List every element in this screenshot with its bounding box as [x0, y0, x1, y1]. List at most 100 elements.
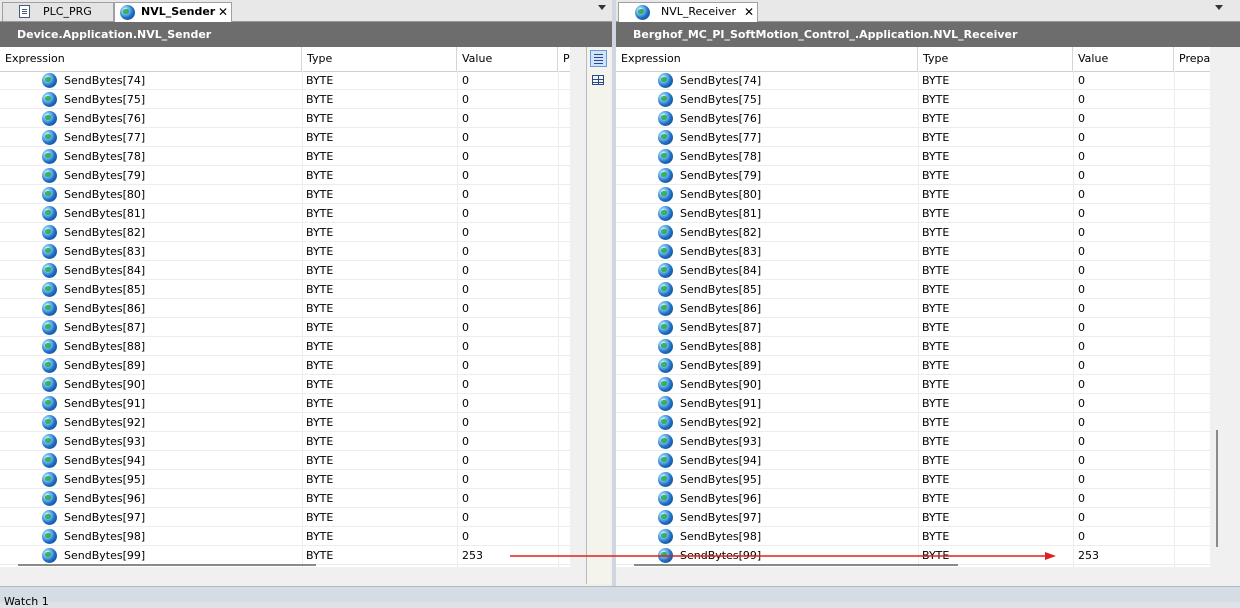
table-row[interactable]: SendBytes[96] BYTE 0	[0, 489, 570, 508]
globe-icon	[658, 358, 673, 373]
watch-panel-label: Watch 1	[4, 595, 49, 608]
table-row[interactable]: SendBytes[85] BYTE 0	[0, 280, 570, 299]
table-row[interactable]: SendBytes[91] BYTE 0	[0, 394, 570, 413]
expression-cell: SendBytes[74]	[680, 74, 762, 87]
table-row[interactable]: SendBytes[90] BYTE 0	[616, 375, 1210, 394]
close-icon[interactable]: ✕	[218, 5, 228, 19]
table-row[interactable]: SendBytes[94] BYTE 0	[0, 451, 570, 470]
globe-icon	[42, 377, 57, 392]
column-header-expression[interactable]: Expression	[616, 47, 918, 71]
left-tab-bar: PLC_PRG NVL_Sender ✕	[0, 0, 612, 22]
tab-plc-prg[interactable]: PLC_PRG	[2, 2, 114, 21]
table-row[interactable]: SendBytes[78] BYTE 0	[0, 147, 570, 166]
table-row[interactable]: SendBytes[79] BYTE 0	[616, 166, 1210, 185]
type-cell: BYTE	[922, 397, 950, 410]
tab-nvl-receiver[interactable]: NVL_Receiver ✕	[618, 2, 758, 22]
type-cell: BYTE	[922, 378, 950, 391]
globe-icon	[658, 187, 673, 202]
table-row[interactable]: SendBytes[97] BYTE 0	[616, 508, 1210, 527]
expression-cell: SendBytes[91]	[680, 397, 762, 410]
table-row[interactable]: SendBytes[75] BYTE 0	[616, 90, 1210, 109]
value-cell: 0	[1078, 454, 1085, 467]
table-row[interactable]: SendBytes[81] BYTE 0	[616, 204, 1210, 223]
table-row[interactable]: SendBytes[84] BYTE 0	[616, 261, 1210, 280]
table-row[interactable]: SendBytes[87] BYTE 0	[0, 318, 570, 337]
watch-panel-tab[interactable]: Watch 1	[0, 586, 1240, 608]
table-row[interactable]: SendBytes[78] BYTE 0	[616, 147, 1210, 166]
type-cell: BYTE	[306, 473, 334, 486]
expression-cell: SendBytes[95]	[64, 473, 146, 486]
table-row[interactable]: SendBytes[80] BYTE 0	[0, 185, 570, 204]
table-row[interactable]: SendBytes[89] BYTE 0	[616, 356, 1210, 375]
table-row[interactable]: SendBytes[75] BYTE 0	[0, 90, 570, 109]
chevron-down-icon[interactable]	[598, 5, 606, 10]
table-row[interactable]: SendBytes[74] BYTE 0	[616, 71, 1210, 90]
value-cell: 253	[1078, 549, 1099, 562]
table-row[interactable]: SendBytes[89] BYTE 0	[0, 356, 570, 375]
table-row[interactable]: SendBytes[99] BYTE 253	[0, 546, 570, 565]
list-view-icon[interactable]	[590, 50, 607, 67]
table-row[interactable]: SendBytes[83] BYTE 0	[616, 242, 1210, 261]
table-row[interactable]: SendBytes[85] BYTE 0	[616, 280, 1210, 299]
chevron-down-icon[interactable]	[1215, 5, 1223, 10]
close-icon[interactable]: ✕	[744, 5, 754, 19]
table-row[interactable]: SendBytes[97] BYTE 0	[0, 508, 570, 527]
table-row[interactable]: SendBytes[81] BYTE 0	[0, 204, 570, 223]
table-row[interactable]: SendBytes[95] BYTE 0	[0, 470, 570, 489]
table-row[interactable]: SendBytes[83] BYTE 0	[0, 242, 570, 261]
value-cell: 0	[462, 150, 469, 163]
expression-cell: SendBytes[96]	[64, 492, 146, 505]
value-cell: 0	[462, 473, 469, 486]
table-row[interactable]: SendBytes[86] BYTE 0	[0, 299, 570, 318]
vertical-scrollbar[interactable]	[1216, 430, 1218, 547]
column-header-value[interactable]: Value	[457, 47, 558, 71]
table-row[interactable]: SendBytes[93] BYTE 0	[0, 432, 570, 451]
globe-icon	[42, 149, 57, 164]
expression-cell: SendBytes[99]	[680, 549, 762, 562]
globe-icon	[42, 92, 57, 107]
value-cell: 0	[462, 302, 469, 315]
table-view-icon[interactable]	[590, 72, 607, 89]
table-row[interactable]: SendBytes[76] BYTE 0	[0, 109, 570, 128]
table-row[interactable]: SendBytes[92] BYTE 0	[616, 413, 1210, 432]
horizontal-scrollbar[interactable]	[18, 564, 316, 566]
table-row[interactable]: SendBytes[92] BYTE 0	[0, 413, 570, 432]
table-row[interactable]: SendBytes[82] BYTE 0	[0, 223, 570, 242]
horizontal-scrollbar[interactable]	[634, 564, 958, 566]
table-row[interactable]: SendBytes[91] BYTE 0	[616, 394, 1210, 413]
table-row[interactable]: SendBytes[79] BYTE 0	[0, 166, 570, 185]
table-row[interactable]: SendBytes[80] BYTE 0	[616, 185, 1210, 204]
globe-icon	[658, 282, 673, 297]
type-cell: BYTE	[306, 207, 334, 220]
table-row[interactable]: SendBytes[98] BYTE 0	[0, 527, 570, 546]
table-row[interactable]: SendBytes[87] BYTE 0	[616, 318, 1210, 337]
table-row[interactable]: SendBytes[98] BYTE 0	[616, 527, 1210, 546]
expression-cell: SendBytes[84]	[64, 264, 146, 277]
table-row[interactable]: SendBytes[96] BYTE 0	[616, 489, 1210, 508]
globe-icon	[658, 168, 673, 183]
tab-nvl-sender[interactable]: NVL_Sender ✕	[114, 2, 232, 22]
table-row[interactable]: SendBytes[82] BYTE 0	[616, 223, 1210, 242]
table-row[interactable]: SendBytes[99] BYTE 253	[616, 546, 1210, 565]
table-row[interactable]: SendBytes[90] BYTE 0	[0, 375, 570, 394]
table-row[interactable]: SendBytes[77] BYTE 0	[0, 128, 570, 147]
expression-cell: SendBytes[87]	[64, 321, 146, 334]
type-cell: BYTE	[306, 321, 334, 334]
column-header-type[interactable]: Type	[918, 47, 1073, 71]
column-header-value[interactable]: Value	[1073, 47, 1174, 71]
table-row[interactable]: SendBytes[76] BYTE 0	[616, 109, 1210, 128]
table-row[interactable]: SendBytes[95] BYTE 0	[616, 470, 1210, 489]
column-header-type[interactable]: Type	[302, 47, 457, 71]
table-row[interactable]: SendBytes[93] BYTE 0	[616, 432, 1210, 451]
column-header-prepared[interactable]: Prepa	[1174, 47, 1210, 71]
table-row[interactable]: SendBytes[94] BYTE 0	[616, 451, 1210, 470]
value-cell: 0	[1078, 169, 1085, 182]
table-row[interactable]: SendBytes[84] BYTE 0	[0, 261, 570, 280]
table-row[interactable]: SendBytes[74] BYTE 0	[0, 71, 570, 90]
table-row[interactable]: SendBytes[86] BYTE 0	[616, 299, 1210, 318]
column-header-prepared[interactable]: P	[558, 47, 570, 71]
column-header-expression[interactable]: Expression	[0, 47, 302, 71]
table-row[interactable]: SendBytes[77] BYTE 0	[616, 128, 1210, 147]
table-row[interactable]: SendBytes[88] BYTE 0	[0, 337, 570, 356]
table-row[interactable]: SendBytes[88] BYTE 0	[616, 337, 1210, 356]
